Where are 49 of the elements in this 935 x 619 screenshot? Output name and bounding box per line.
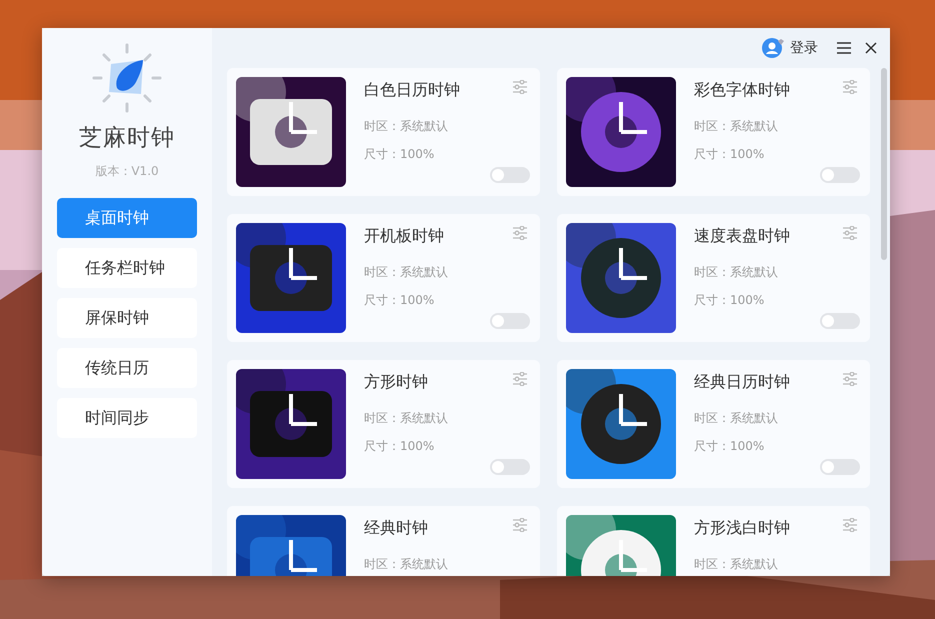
clock-name: 白色日历时钟 [364,80,460,101]
timezone-text: 时区：系统默认 [364,556,448,573]
sidebar-item[interactable]: 屏保时钟 [57,298,197,338]
settings-icon[interactable] [512,518,528,532]
settings-icon[interactable] [512,80,528,94]
timezone-text: 时区：系统默认 [364,118,449,135]
close-button[interactable] [864,41,878,55]
size-text: 尺寸：100% [364,292,436,309]
clock-name: 速度表盘时钟 [694,226,790,247]
app-name: 芝麻时钟 [79,124,175,153]
settings-icon[interactable] [842,226,858,240]
version-text: 版本：V1.0 [95,163,159,180]
size-text: 尺寸：100% [364,438,436,455]
menu-button[interactable] [836,41,852,55]
settings-icon[interactable] [842,80,858,94]
toggle-switch[interactable] [490,459,530,475]
settings-icon[interactable] [842,372,858,386]
timezone-text: 时区：系统默认 [694,410,779,427]
timezone-text: 时区：系统默认 [364,410,448,427]
sidebar-item[interactable]: 时间同步 [57,398,197,438]
clock-name: 彩色字体时钟 [694,80,790,101]
logo-icon [91,42,163,114]
toggle-switch[interactable] [820,167,860,183]
settings-icon[interactable] [512,372,528,386]
timezone-text: 时区：系统默认 [694,118,779,135]
toggle-switch[interactable] [820,313,860,329]
toggle-switch[interactable] [820,459,860,475]
sidebar-item[interactable]: 任务栏时钟 [57,248,197,288]
timezone-text: 时区：系统默认 [694,264,779,281]
size-text: 尺寸：100% [694,146,766,163]
sidebar-item[interactable]: 桌面时钟 [57,198,197,238]
login-button[interactable]: 登录 [762,38,818,58]
clock-name: 经典时钟 [364,518,429,539]
clock-name: 经典日历时钟 [694,372,790,393]
size-text: 尺寸：100% [364,146,436,163]
clock-name: 方形浅白时钟 [694,518,790,539]
user-icon [762,38,786,58]
toggle-switch[interactable] [490,313,530,329]
size-text: 尺寸：100% [694,292,766,309]
settings-icon[interactable] [512,226,528,240]
timezone-text: 时区：系统默认 [364,264,448,281]
clock-name: 开机板时钟 [364,226,445,247]
size-text: 尺寸：100% [694,438,766,455]
toggle-switch[interactable] [490,167,530,183]
timezone-text: 时区：系统默认 [694,556,779,573]
sidebar-item[interactable]: 传统日历 [57,348,197,388]
clock-name: 方形时钟 [364,372,429,393]
scrollbar[interactable] [881,68,887,260]
settings-icon[interactable] [842,518,858,532]
